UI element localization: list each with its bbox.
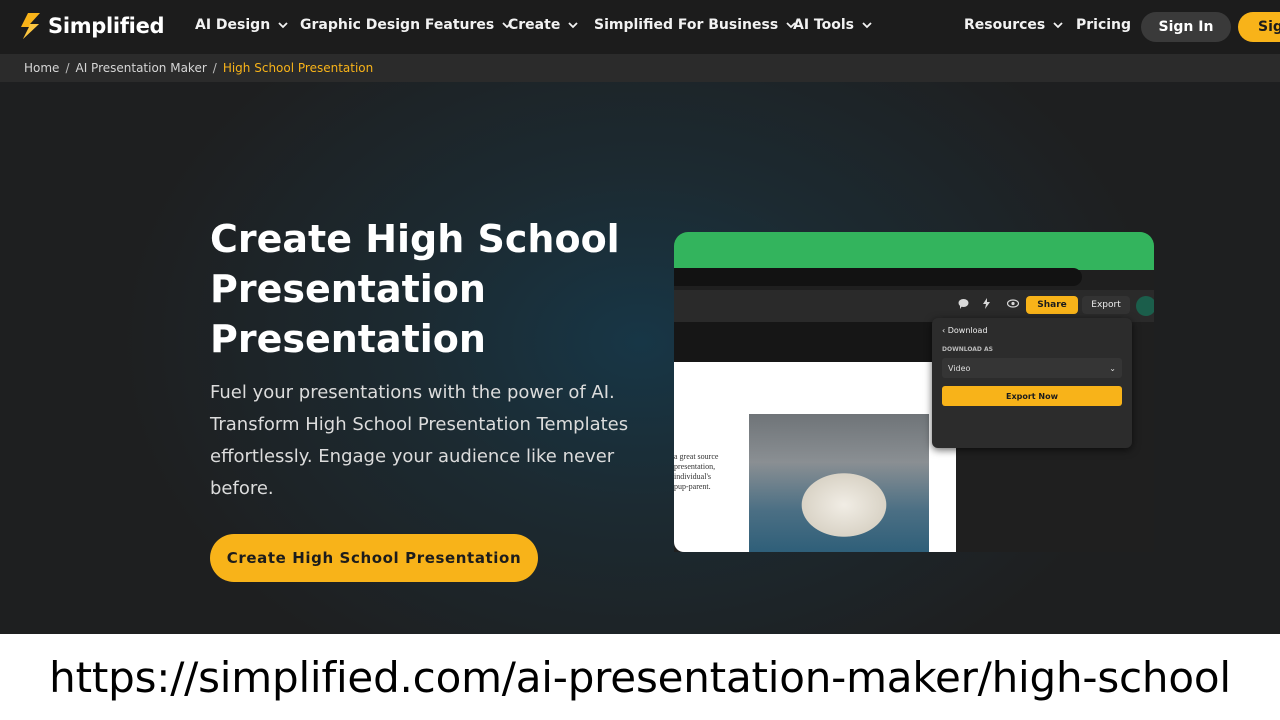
mockup-share-button: Share (1026, 296, 1078, 314)
mockup-export-button: Export (1082, 296, 1130, 314)
nav-pricing-label: Pricing (1076, 17, 1132, 33)
avatar (1136, 296, 1154, 316)
nav-ai-design[interactable]: AI Design (195, 17, 288, 33)
simplified-logo[interactable]: Simplified (18, 12, 165, 40)
top-navbar: Simplified AI Design Graphic Design Feat… (0, 0, 1280, 54)
chevron-down-icon (278, 22, 288, 29)
hero-title-line: Presentation (210, 317, 486, 361)
hero-section: Create High School Presentation Presenta… (0, 82, 1280, 634)
mockup-url-bar (674, 268, 1082, 286)
download-label: Download (947, 326, 988, 335)
hero-title: Create High School Presentation Presenta… (210, 214, 650, 364)
url-caption: https://simplified.com/ai-presentation-m… (0, 634, 1280, 720)
sign-in-button[interactable]: Sign In (1141, 12, 1231, 42)
hero-title-line: Presentation (210, 267, 486, 311)
nav-simplified-for-business[interactable]: Simplified For Business (594, 17, 796, 33)
breadcrumb-ai-presentation-maker[interactable]: AI Presentation Maker (75, 61, 206, 75)
comment-icon (958, 298, 969, 312)
nav-ai-tools-label: AI Tools (793, 17, 854, 33)
nav-ai-design-label: AI Design (195, 17, 271, 33)
nav-resources[interactable]: Resources (964, 17, 1063, 33)
chevron-down-icon (862, 22, 872, 29)
mockup-canvas-top (674, 322, 954, 362)
format-select: Video ⌄ (942, 358, 1122, 378)
nav-simplified-for-business-label: Simplified For Business (594, 17, 779, 33)
hero-description: Fuel your presentations with the power o… (210, 382, 629, 499)
download-as-label: DOWNLOAD AS (942, 346, 993, 353)
chevron-down-icon (568, 22, 578, 29)
sign-up-button[interactable]: Sig (1238, 12, 1280, 42)
nav-create-label: Create (508, 17, 561, 33)
nav-graphic-design-features[interactable]: Graphic Design Features (300, 17, 512, 33)
nav-graphic-design-features-label: Graphic Design Features (300, 17, 495, 33)
create-presentation-button[interactable]: Create High School Presentation (210, 534, 538, 582)
chevron-down-icon (1053, 22, 1063, 29)
mockup-green-header (674, 232, 1154, 270)
breadcrumb-current: High School Presentation (222, 61, 374, 75)
eye-icon (1006, 298, 1020, 312)
product-screenshot: Share Export a great source presentation… (674, 232, 1154, 552)
lightning-icon (982, 298, 991, 312)
nav-ai-tools[interactable]: AI Tools (793, 17, 872, 33)
format-value: Video (948, 363, 971, 373)
download-back: ‹ Download (942, 326, 988, 335)
lightning-logo-icon (21, 13, 40, 39)
dog-shape (784, 450, 904, 550)
mockup-slide-text: a great source presentation, individual'… (674, 452, 719, 491)
breadcrumb-home[interactable]: Home (24, 61, 59, 75)
breadcrumb-separator: / (65, 61, 70, 75)
export-now-button: Export Now (942, 386, 1122, 406)
breadcrumb-separator: / (212, 61, 217, 75)
breadcrumb: Home / AI Presentation Maker / High Scho… (0, 54, 1280, 82)
chevron-down-icon: ⌄ (1109, 363, 1116, 373)
logo-text: Simplified (48, 14, 165, 38)
nav-create[interactable]: Create (508, 17, 578, 33)
nav-resources-label: Resources (964, 17, 1046, 33)
nav-pricing[interactable]: Pricing (1076, 17, 1131, 33)
hero-title-line: Create High School (210, 217, 620, 261)
download-panel: ‹ Download DOWNLOAD AS Video ⌄ Export No… (932, 318, 1132, 448)
